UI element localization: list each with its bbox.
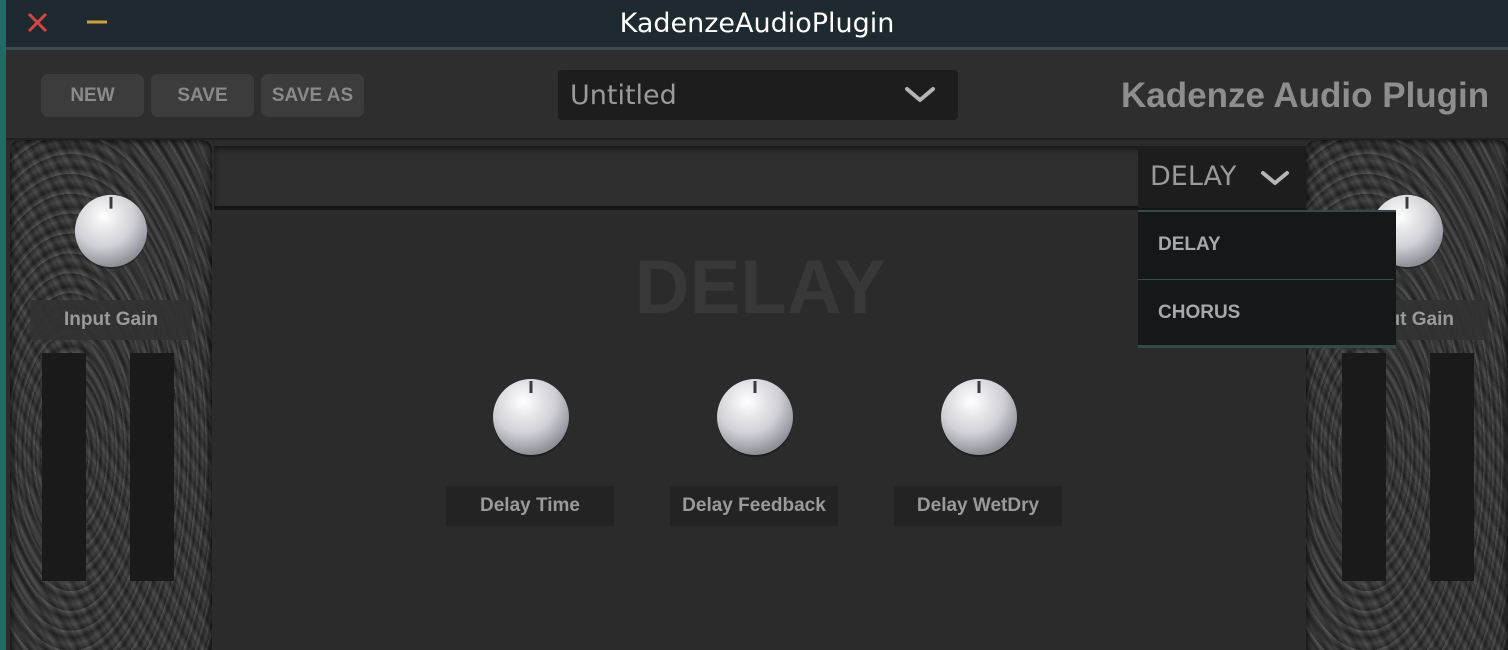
level-meter-right bbox=[130, 353, 174, 581]
level-meter-right bbox=[1430, 353, 1474, 581]
delay-time-knob[interactable] bbox=[490, 376, 572, 458]
save-as-button[interactable]: SAVE AS bbox=[261, 74, 364, 117]
plugin-header: NEW SAVE SAVE AS Untitled Kadenze Audio … bbox=[6, 50, 1508, 140]
fx-type-selector[interactable]: DELAY bbox=[1138, 146, 1306, 208]
delay-wetdry-knob[interactable] bbox=[938, 376, 1020, 458]
input-gain-panel: Input Gain bbox=[10, 140, 212, 650]
level-meter-left bbox=[1342, 353, 1386, 581]
plugin-window: KadenzeAudioPlugin NEW SAVE SAVE AS Unti… bbox=[6, 0, 1508, 650]
save-button[interactable]: SAVE bbox=[151, 74, 254, 117]
dropdown-option-delay[interactable]: DELAY bbox=[1138, 212, 1394, 278]
brand-title: Kadenze Audio Plugin bbox=[1121, 76, 1490, 115]
level-meter-left bbox=[42, 353, 86, 581]
fx-type-selector-value: DELAY bbox=[1150, 161, 1237, 192]
title-bar: KadenzeAudioPlugin bbox=[6, 0, 1508, 50]
preset-selector-value: Untitled bbox=[570, 80, 677, 111]
fx-type-dropdown-menu: DELAY CHORUS bbox=[1138, 210, 1396, 348]
preset-selector[interactable]: Untitled bbox=[558, 70, 958, 120]
delay-feedback-knob[interactable] bbox=[714, 376, 796, 458]
input-gain-knob[interactable] bbox=[72, 192, 150, 270]
input-gain-label: Input Gain bbox=[30, 300, 192, 340]
new-button[interactable]: NEW bbox=[41, 74, 144, 117]
dropdown-option-chorus[interactable]: CHORUS bbox=[1138, 280, 1394, 346]
delay-feedback-label: Delay Feedback bbox=[670, 486, 838, 526]
delay-time-label: Delay Time bbox=[446, 486, 614, 526]
chevron-down-icon bbox=[905, 87, 935, 102]
chevron-down-icon bbox=[1261, 171, 1289, 185]
delay-wetdry-label: Delay WetDry bbox=[894, 486, 1062, 526]
window-title: KadenzeAudioPlugin bbox=[619, 8, 895, 39]
